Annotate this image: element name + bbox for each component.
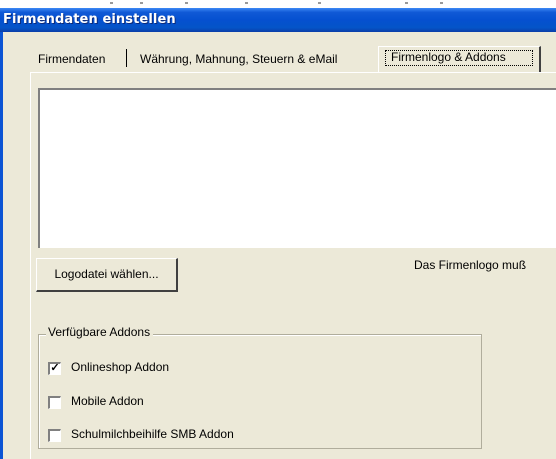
tab-label: Währung, Mahnung, Steuern & eMail xyxy=(140,52,338,66)
addons-group-label: Verfügbare Addons xyxy=(46,325,154,339)
window-left-border xyxy=(0,32,3,459)
choose-logo-button-label: Logodatei wählen... xyxy=(54,267,159,281)
logo-preview-box xyxy=(38,88,556,248)
title-bar[interactable]: Firmendaten einstellen xyxy=(0,8,556,32)
top-strip xyxy=(0,0,556,8)
tab-label: Firmendaten xyxy=(38,52,106,66)
tab-panel-top-edge xyxy=(30,72,556,73)
tab-panel-left-edge xyxy=(30,72,31,459)
tab-firmendaten[interactable]: Firmendaten xyxy=(38,49,105,69)
addon-mobile-label[interactable]: Mobile Addon xyxy=(71,394,144,408)
addon-onlineshop-checkbox[interactable]: ✓ xyxy=(48,362,61,375)
addon-onlineshop-label[interactable]: Onlineshop Addon xyxy=(71,360,169,374)
window-title: Firmendaten einstellen xyxy=(3,12,176,27)
tab-waehrung-mahnung-steuern[interactable]: Währung, Mahnung, Steuern & eMail xyxy=(140,49,337,69)
strip-mark xyxy=(110,2,113,4)
addon-smb-checkbox[interactable] xyxy=(48,429,61,442)
addon-smb-label[interactable]: Schulmilchbeihilfe SMB Addon xyxy=(71,427,234,441)
strip-mark xyxy=(185,2,188,4)
strip-mark xyxy=(440,2,443,4)
choose-logo-button[interactable]: Logodatei wählen... xyxy=(36,258,178,292)
addon-mobile-checkbox[interactable] xyxy=(48,396,61,409)
tab-focus-rect xyxy=(385,50,533,66)
strip-mark xyxy=(318,2,321,4)
logo-info-text: Das Firmenlogo muß xyxy=(414,258,527,272)
tab-separator xyxy=(126,49,127,67)
strip-mark xyxy=(405,2,408,4)
strip-mark xyxy=(245,2,248,4)
check-mark-icon: ✓ xyxy=(50,362,60,374)
dialog-window: Firmendaten einstellen Firmendaten Währu… xyxy=(0,0,556,459)
strip-mark xyxy=(140,2,143,4)
